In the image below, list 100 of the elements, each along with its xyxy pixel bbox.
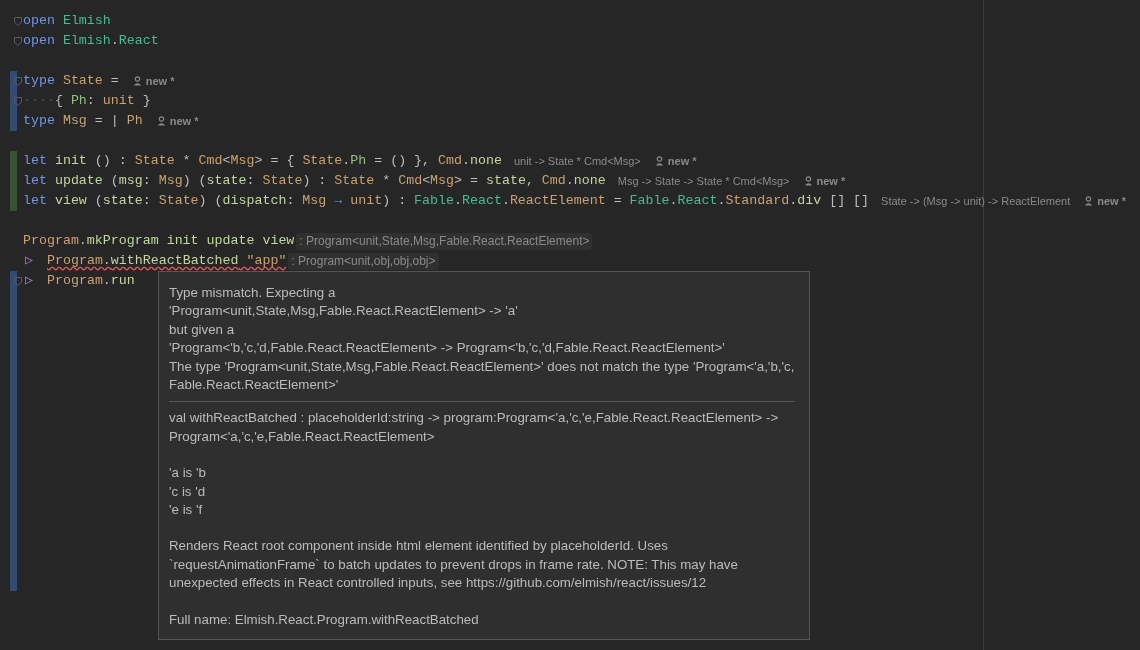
- module-name: Fable: [629, 192, 670, 211]
- punctuation: (: [109, 172, 119, 191]
- punctuation: {: [54, 92, 64, 111]
- type-name: Msg: [62, 112, 87, 131]
- field-name: Ph: [70, 92, 87, 111]
- type-substitution: 'a is 'b: [169, 464, 207, 483]
- punctuation: ,: [525, 172, 535, 191]
- punctuation: .: [789, 192, 798, 211]
- identifier: div: [797, 192, 822, 211]
- person-icon: [1084, 196, 1094, 206]
- punctuation: (: [93, 192, 103, 211]
- type-name: ReactElement: [509, 192, 606, 211]
- author-hint[interactable]: new *: [667, 152, 697, 170]
- punctuation: () :: [93, 152, 128, 171]
- type-name: State: [158, 192, 199, 211]
- type-name: Cmd: [198, 152, 223, 171]
- punctuation: [] []: [828, 192, 870, 211]
- type-name: Cmd: [398, 172, 423, 191]
- type-name: Program: [47, 272, 103, 291]
- punctuation: .: [462, 152, 470, 171]
- person-icon: [156, 116, 166, 126]
- keyword: open: [23, 12, 56, 31]
- punctuation: = |: [93, 112, 120, 131]
- type-substitution: 'c is 'd: [169, 482, 207, 501]
- keyword: type: [23, 72, 56, 91]
- punctuation: .: [102, 272, 111, 291]
- punctuation: *: [181, 152, 192, 171]
- punctuation: .: [565, 172, 574, 191]
- identifier: dispatch: [222, 192, 287, 211]
- fold-icon[interactable]: [14, 97, 22, 106]
- author-hint[interactable]: new *: [816, 172, 846, 190]
- type-name: Msg: [302, 192, 327, 211]
- identifier: init: [54, 152, 87, 171]
- type-hint: : Program<unit,obj,obj,obj>: [288, 252, 439, 270]
- error-code-token: withReactBatched: [110, 252, 239, 271]
- punctuation: <: [222, 152, 231, 171]
- person-icon: [654, 156, 664, 166]
- fold-icon[interactable]: [14, 277, 22, 286]
- identifier: view: [261, 232, 295, 251]
- type-name: Program: [23, 232, 79, 251]
- error-code-token: .: [102, 252, 111, 271]
- punctuation: > =: [454, 172, 479, 191]
- keyword: →: [333, 192, 344, 211]
- module-name: React: [462, 192, 502, 211]
- module-name: React: [118, 32, 159, 51]
- module-name: Fable: [414, 192, 454, 211]
- type-name: State: [134, 152, 175, 171]
- punctuation: ) (: [182, 172, 207, 191]
- identifier: none: [470, 152, 502, 171]
- identifier: update: [205, 232, 255, 251]
- author-hint[interactable]: new *: [145, 72, 175, 90]
- identifier: none: [573, 172, 606, 191]
- punctuation: =: [109, 72, 119, 91]
- punctuation: :: [142, 172, 152, 191]
- keyword: type: [23, 112, 56, 131]
- error-code-token: "app": [245, 252, 287, 271]
- keyword: open: [23, 32, 56, 51]
- type-substitution: 'e is 'f: [169, 501, 204, 520]
- punctuation: > = {: [254, 152, 296, 171]
- punctuation: }: [141, 92, 151, 111]
- type-hint: unit -> State * Cmd<Msg>: [513, 153, 641, 169]
- punctuation: *: [381, 172, 392, 191]
- pipe-operator: ▷: [24, 252, 34, 271]
- identifier: run: [110, 272, 135, 291]
- type-name: unit: [102, 92, 135, 111]
- error-message-line: The type 'Program<unit,State,Msg,Fable.React.ReactElement>' does not match the type 'Program<'a,'b,'c, Fable.React.ReactElement>': [169, 357, 795, 395]
- module-name: Elmish: [62, 32, 111, 51]
- whitespace-dots: ····: [23, 92, 55, 111]
- error-message-line: but given a: [169, 320, 236, 339]
- identifier: mkProgram: [86, 232, 159, 251]
- error-message-line: 'Program<'b,'c,'d,Fable.React.ReactElement> -> Program<'b,'c,'d,Fable.React.ReactElement>': [169, 339, 726, 358]
- punctuation: .: [78, 232, 87, 251]
- identifier: view: [54, 192, 87, 211]
- punctuation: :: [142, 192, 152, 211]
- author-hint[interactable]: new *: [1097, 192, 1126, 210]
- type-name: unit: [350, 192, 383, 211]
- description-text: Renders React root component inside html element identified by placeholderId. Uses `requestAnimationFrame` to batch updates to prevent drops in frame rate. NOTE: This may have unexpected effects in React controlled inputs, see https://github.com/elmish/react/issues/12: [169, 537, 739, 593]
- identifier: msg: [118, 172, 143, 191]
- type-hint: State -> (Msg -> unit) -> ReactElement: [881, 193, 1071, 209]
- error-code-token: Program: [47, 252, 103, 271]
- error-message-line: Type mismatch. Expecting a: [169, 284, 337, 302]
- punctuation: ) :: [382, 192, 408, 211]
- punctuation: .: [669, 192, 678, 211]
- type-name: State: [302, 152, 343, 171]
- type-name: State: [262, 172, 303, 191]
- punctuation: .: [717, 192, 726, 211]
- identifier: state: [486, 172, 526, 191]
- type-name: Msg: [430, 172, 455, 191]
- type-name: Cmd: [438, 152, 462, 171]
- author-hint[interactable]: new *: [169, 112, 199, 130]
- punctuation: <: [422, 172, 431, 191]
- identifier: state: [206, 172, 247, 191]
- fold-icon[interactable]: [14, 37, 22, 46]
- punctuation: :: [86, 92, 96, 111]
- punctuation: .: [454, 192, 462, 211]
- fold-icon[interactable]: [14, 17, 22, 26]
- error-message-line: 'Program<unit,State,Msg,Fable.React.ReactElement> -> 'a': [169, 302, 519, 321]
- punctuation: ) (: [198, 192, 223, 211]
- pipe-operator: ▷: [24, 272, 34, 291]
- fold-icon[interactable]: [14, 77, 22, 86]
